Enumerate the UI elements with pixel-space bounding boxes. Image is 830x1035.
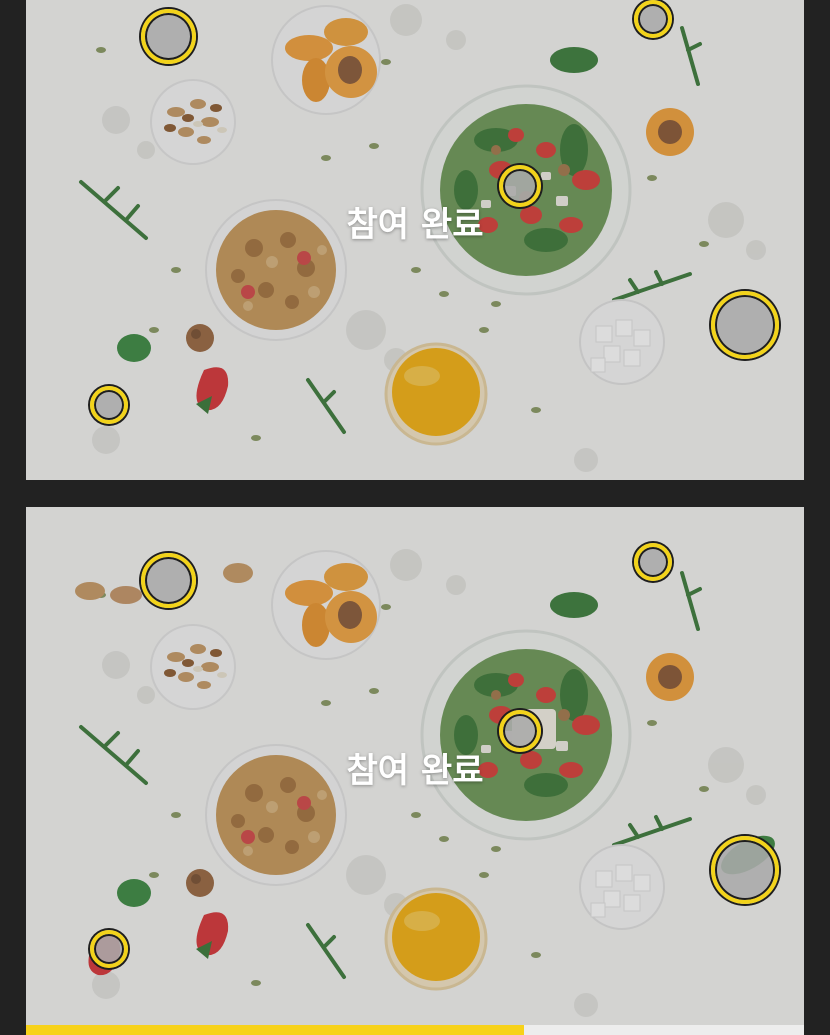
- difference-marker: [634, 543, 672, 581]
- progress-bar: [26, 1025, 804, 1035]
- progress-fill: [26, 1025, 524, 1035]
- difference-marker: [499, 710, 541, 752]
- difference-marker: [711, 836, 779, 904]
- modified-image-panel[interactable]: 참여 완료: [26, 507, 804, 1025]
- difference-marker: [499, 165, 541, 207]
- difference-marker: [711, 291, 779, 359]
- difference-marker: [141, 9, 196, 64]
- almond: [223, 563, 253, 583]
- food-scene-image: [75, 547, 775, 1019]
- difference-marker: [634, 0, 672, 38]
- food-scene-image: [79, 2, 768, 474]
- difference-marker: [141, 553, 196, 608]
- almond: [110, 586, 142, 604]
- original-image-panel[interactable]: 참여 완료: [26, 0, 804, 480]
- difference-marker: [90, 930, 128, 968]
- almond: [75, 582, 105, 600]
- difference-marker: [90, 386, 128, 424]
